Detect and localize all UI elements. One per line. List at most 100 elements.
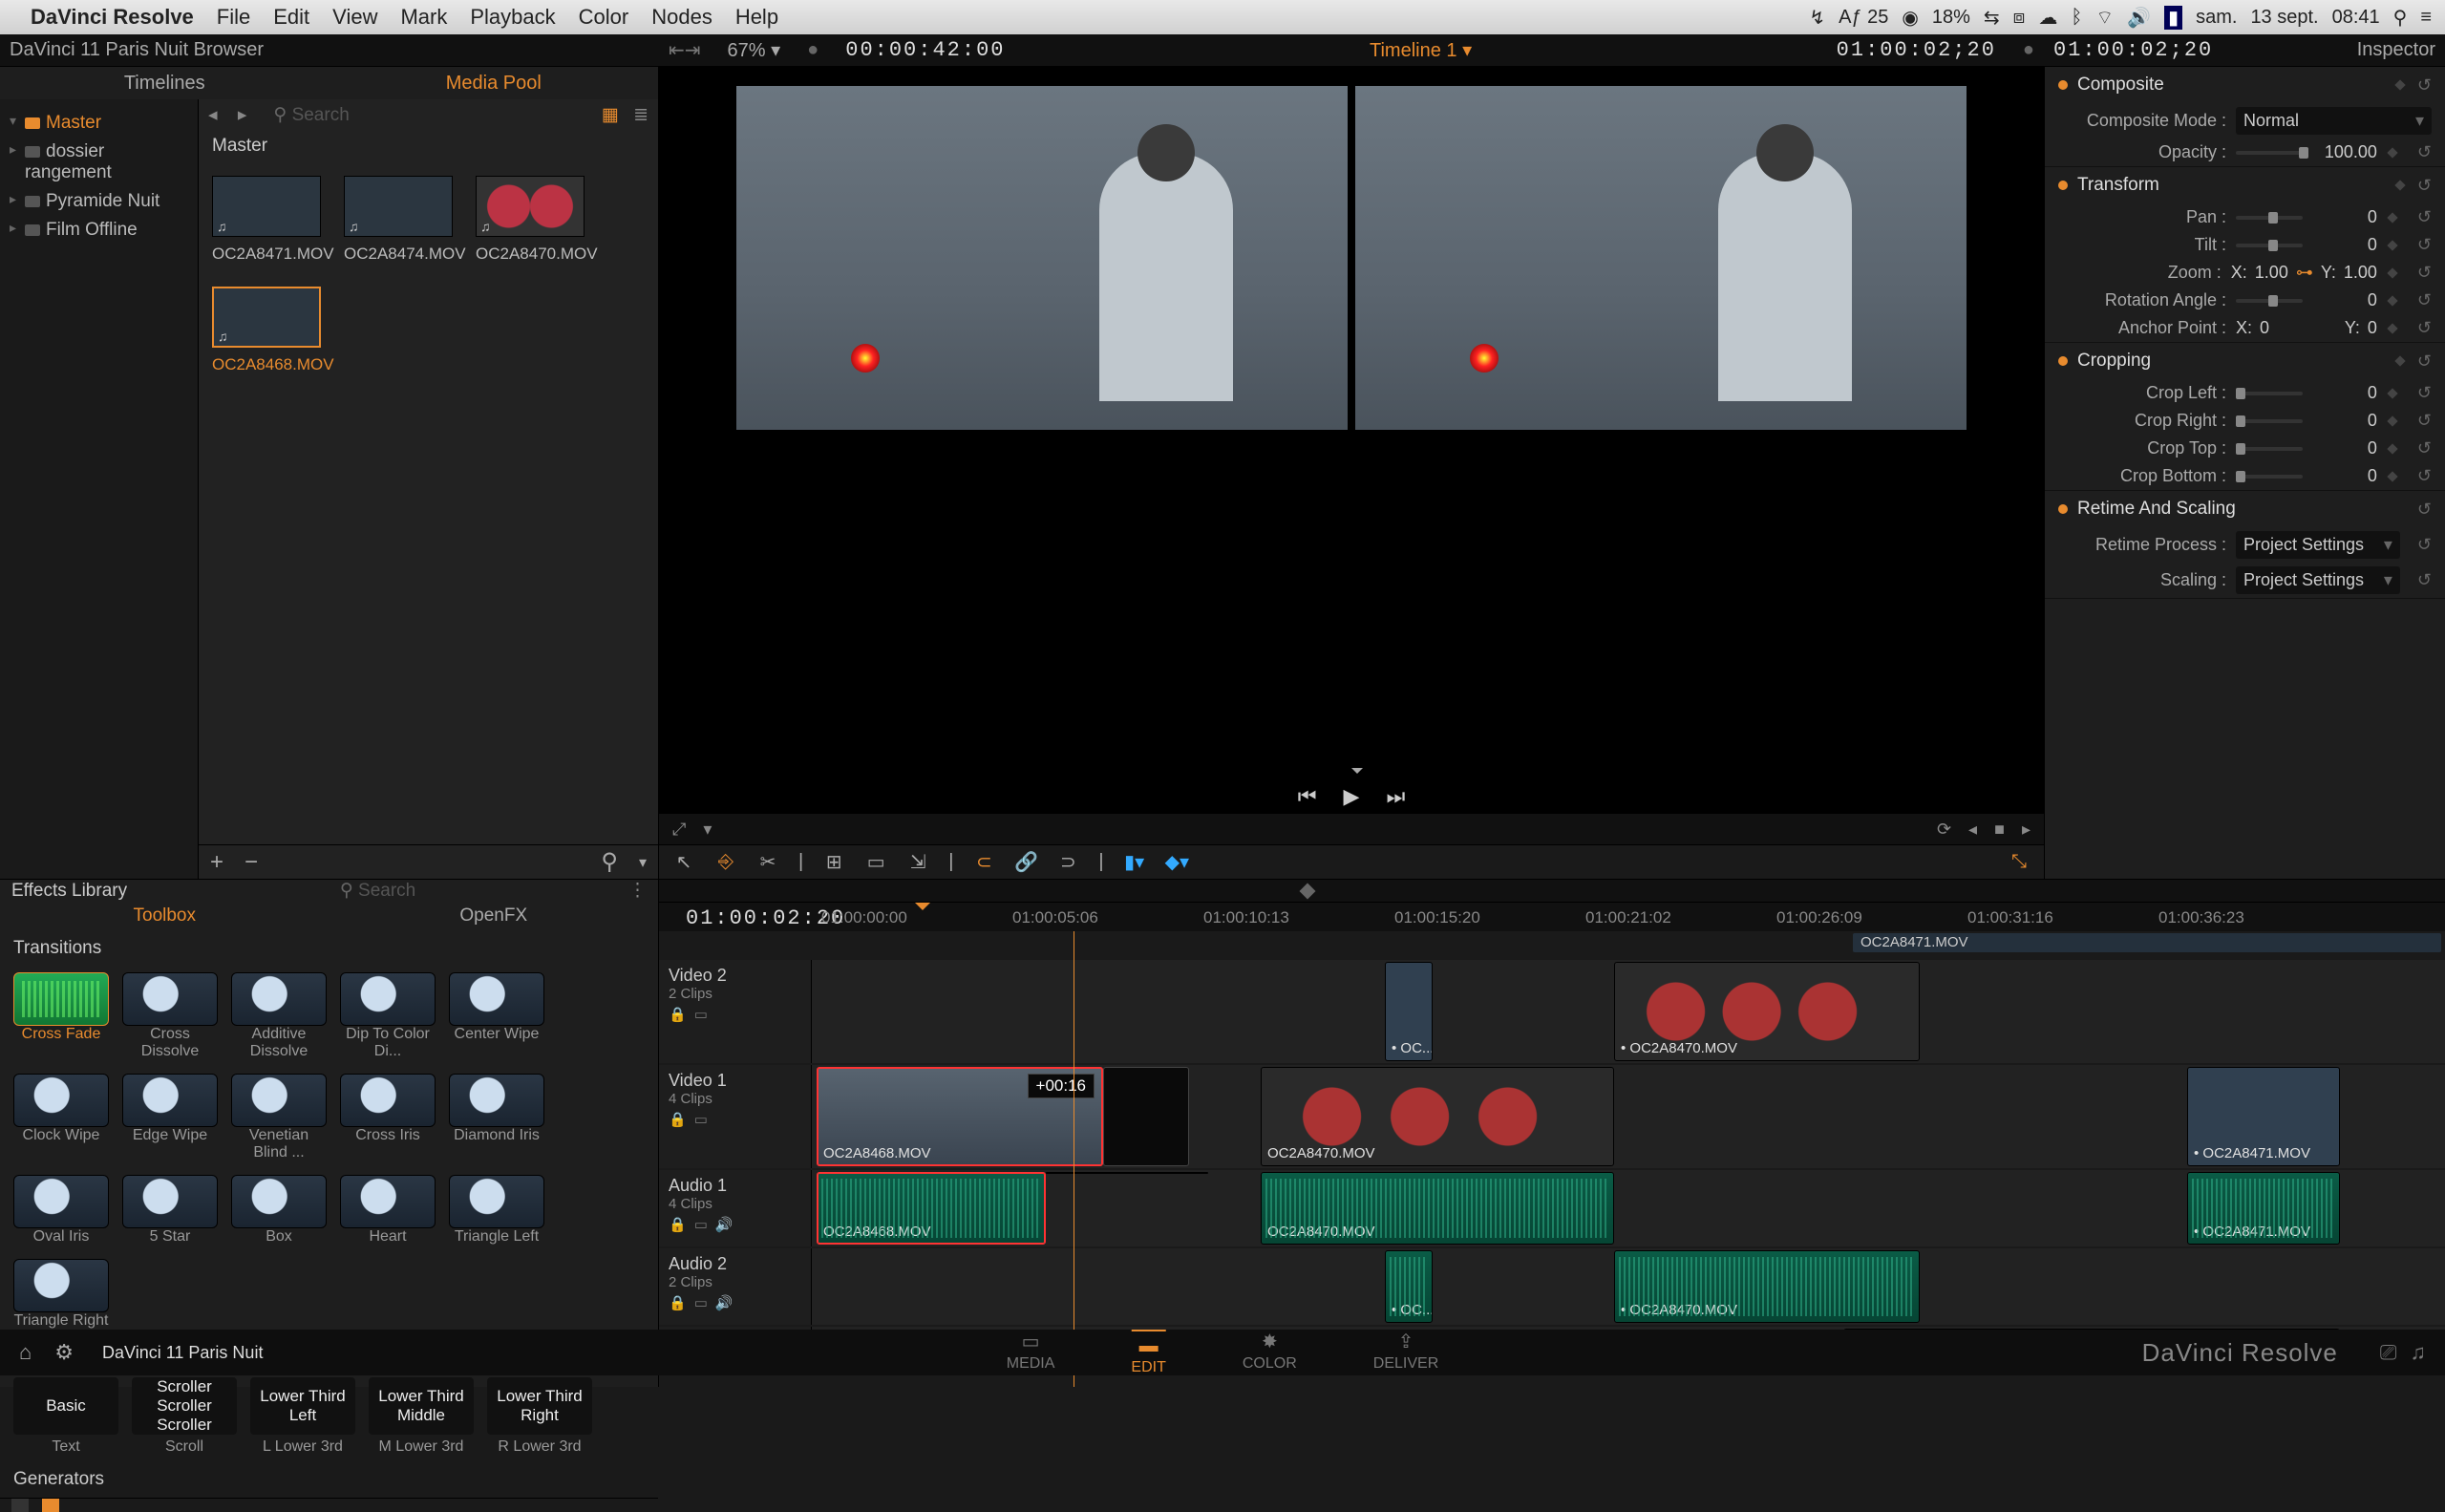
crop-top-value[interactable]: 0 [2310, 438, 2377, 458]
fx-title-item[interactable]: ScrollerScrollerScrollerScroll [132, 1377, 237, 1456]
viewer-stop-icon[interactable]: ■ [1994, 820, 2005, 840]
keyframe-icon[interactable] [2394, 180, 2405, 190]
pan-value[interactable]: 0 [2310, 207, 2377, 227]
crop-bottom-slider[interactable] [2236, 475, 2303, 479]
volume-icon[interactable]: 🔊 [2127, 6, 2151, 30]
viewer-zoom[interactable]: 67% ▾ [728, 38, 781, 62]
tool-replace-icon[interactable]: ⇲ [906, 850, 929, 874]
timeline-name[interactable]: Timeline 1 ▾ [1370, 38, 1472, 62]
fx-transition-item[interactable]: Dip To Color Di... [340, 972, 436, 1060]
reset-icon[interactable]: ↺ [2417, 235, 2432, 255]
bin-add-icon[interactable]: + [210, 849, 223, 876]
transport-prev-icon[interactable]: ⏮ [1298, 784, 1317, 809]
menu-color[interactable]: Color [579, 5, 629, 30]
timeline-clip[interactable]: • OC... [1385, 962, 1433, 1061]
timeline-viewer[interactable] [1355, 86, 1967, 430]
reset-icon[interactable]: ↺ [2417, 318, 2432, 338]
bin-view-thumb-icon[interactable]: ▦ [602, 105, 619, 125]
viewer-collapse-icon[interactable]: ⇤⇥ [669, 38, 701, 62]
reset-icon[interactable]: ↺ [2417, 142, 2432, 162]
folder-dossier[interactable]: dossier rangement [6, 138, 192, 187]
tab-timelines[interactable]: Timelines [0, 67, 330, 99]
playhead-marker[interactable] [915, 903, 930, 918]
track-header-a1[interactable]: Audio 1 4 Clips 🔒▭🔊 [659, 1170, 812, 1246]
crop-right-slider[interactable] [2236, 419, 2303, 423]
adobe-status[interactable]: Aƒ 25 [1839, 7, 1888, 29]
keyframe-icon[interactable] [2387, 240, 2397, 250]
menu-help[interactable]: Help [735, 5, 778, 30]
opacity-value[interactable]: 100.00 [2310, 142, 2377, 162]
tool-insert-icon[interactable]: ⊞ [822, 850, 845, 874]
anchor-y-value[interactable]: 0 [2368, 318, 2377, 338]
composite-mode-dropdown[interactable]: Normal [2236, 107, 2432, 135]
keyframe-icon[interactable] [2387, 415, 2397, 426]
pan-slider[interactable] [2236, 216, 2303, 220]
source-viewer[interactable] [736, 86, 1348, 430]
spotlight-icon[interactable]: ⚲ [2393, 6, 2408, 30]
bluetooth-icon[interactable]: ᛒ [2071, 7, 2082, 29]
reset-icon[interactable]: ↺ [2417, 500, 2432, 520]
app-name[interactable]: DaVinci Resolve [31, 5, 194, 30]
reset-icon[interactable]: ↺ [2417, 75, 2432, 96]
fx-transition-item[interactable]: Cross Iris [340, 1074, 436, 1161]
timeline-audio-clip-selected[interactable]: OC2A8468.MOV [817, 1172, 1046, 1245]
visible-icon[interactable]: ▭ [694, 1112, 715, 1128]
clock[interactable]: 08:41 [2332, 7, 2380, 29]
bin-zoom-dropdown[interactable]: ▾ [639, 853, 647, 872]
page-deliver[interactable]: ⇪DELIVER [1373, 1330, 1438, 1376]
keyframe-icon[interactable] [2387, 212, 2397, 223]
zoom-x-value[interactable]: 1.00 [2255, 263, 2288, 283]
timeline-clip[interactable]: • OC2A8470.MOV [1614, 962, 1920, 1061]
tab-media-pool[interactable]: Media Pool [330, 67, 659, 99]
clip-thumb[interactable]: OC2A8471.MOV [212, 176, 321, 264]
lock-icon[interactable]: 🔒 [669, 1112, 694, 1128]
timeline-audio-clip[interactable]: • OC2A8470.MOV [1614, 1250, 1920, 1323]
settings-icon[interactable]: ⚙ [54, 1340, 74, 1365]
scaling-dropdown[interactable]: Project Settings [2236, 566, 2400, 594]
mute-icon[interactable]: ▭ [694, 1217, 715, 1233]
sync-icon[interactable]: ⇆ [1984, 6, 2000, 30]
fx-title-item[interactable]: Lower ThirdMiddleM Lower 3rd [369, 1377, 474, 1456]
viewer-playhead-mark[interactable] [659, 768, 2044, 779]
fx-view2-icon[interactable] [42, 1499, 59, 1512]
rot-value[interactable]: 0 [2310, 290, 2377, 310]
timeline-clip-blank[interactable] [1103, 1067, 1189, 1166]
timeline-audio-clip[interactable]: OC2A8470.MOV [1261, 1172, 1614, 1245]
menu-view[interactable]: View [332, 5, 377, 30]
cloud-icon[interactable]: ☁ [2038, 6, 2057, 30]
fx-transition-item[interactable]: Clock Wipe [13, 1074, 109, 1161]
reset-icon[interactable]: ↺ [2417, 383, 2432, 403]
insp-retime-title[interactable]: Retime And Scaling [2077, 499, 2236, 520]
transport-play-icon[interactable]: ▶ [1344, 784, 1360, 809]
crop-bottom-value[interactable]: 0 [2310, 466, 2377, 486]
rotation-slider[interactable] [2236, 299, 2303, 303]
fx-transition-item[interactable]: Center Wipe [449, 972, 544, 1060]
fx-transition-item[interactable]: Box [231, 1175, 327, 1246]
tilt-value[interactable]: 0 [2310, 235, 2377, 255]
keyframe-icon[interactable] [2394, 79, 2405, 90]
crop-right-value[interactable]: 0 [2310, 411, 2377, 431]
tool-link-icon[interactable]: 🔗 [1014, 850, 1037, 874]
fx-title-item[interactable]: BasicText [13, 1377, 118, 1456]
mute-icon[interactable]: ▭ [694, 1295, 715, 1311]
folder-pyramide[interactable]: Pyramide Nuit [6, 187, 192, 216]
tool-flag-icon[interactable]: ▮▾ [1123, 850, 1146, 874]
visible-icon[interactable]: ▭ [694, 1007, 715, 1023]
track-header-a2[interactable]: Audio 2 2 Clips 🔒▭🔊 [659, 1248, 812, 1325]
tool-arrow-icon[interactable]: ↖ [672, 850, 695, 874]
opacity-slider[interactable] [2236, 151, 2303, 155]
page-edit[interactable]: ▬EDIT [1131, 1330, 1165, 1376]
network-icon[interactable]: ↯ [1809, 6, 1825, 30]
fx-transition-item[interactable]: Venetian Blind ... [231, 1074, 327, 1161]
viewer-next-icon[interactable]: ▸ [2022, 820, 2030, 840]
insp-transform-title[interactable]: Transform [2077, 175, 2159, 196]
keyframe-icon[interactable] [2387, 471, 2397, 481]
page-media[interactable]: ▭MEDIA [1007, 1330, 1055, 1376]
keyframe-icon[interactable] [2387, 147, 2397, 158]
solo-icon[interactable]: 🔊 [715, 1295, 741, 1311]
date-day[interactable]: sam. [2196, 7, 2237, 29]
timeline-clip[interactable]: OC2A8470.MOV [1261, 1067, 1614, 1166]
timeline-ruler[interactable]: 01:00:02:20 01:00:00:00 01:00:05:06 01:0… [659, 903, 2445, 931]
link-icon[interactable]: ⊶ [2296, 263, 2313, 283]
dropbox-icon[interactable]: ⧈ [2013, 7, 2026, 29]
